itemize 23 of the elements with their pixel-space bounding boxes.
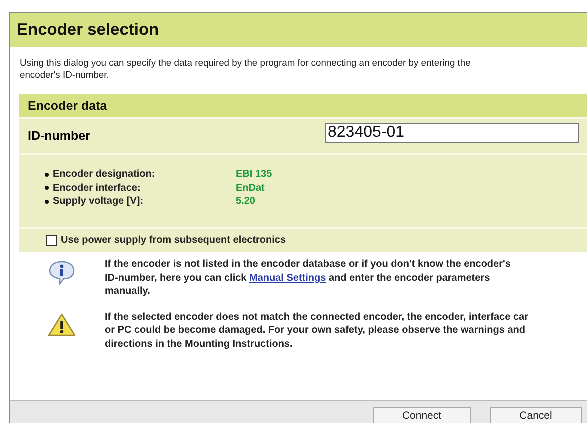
manual-settings-link[interactable]: Manual Settings <box>250 272 326 284</box>
field-label: ID-number <box>27 129 92 143</box>
checkbox-label[interactable]: Use power supply from subsequent electronics <box>61 235 286 246</box>
warning-icon <box>47 312 77 336</box>
dialog-button[interactable]: Cancel <box>490 407 582 423</box>
detail-value: 5.20 <box>236 196 256 208</box>
window-title: Encoder selection <box>17 20 160 40</box>
detail-label: Encoder designation: <box>53 169 156 180</box>
dialog-button[interactable]: Connect <box>373 407 471 423</box>
bullet-icon <box>45 172 49 177</box>
section-title: Encoder data <box>28 98 108 112</box>
bullet-icon <box>45 200 49 204</box>
detail-label: Supply voltage [V]: <box>53 196 145 208</box>
message-text: If the selected encoder does not match the connected encoder, the encoder, interface car or PC could be become damaged. For your own safety, please observe the warnings and directions in the Mounting Instructions. <box>105 310 528 351</box>
intro-text: Using this dialog you can specify the data required by the program for connecting an encoder by entering the encoder's ID-number. <box>20 57 472 81</box>
bullet-icon <box>45 186 49 190</box>
detail-value: EnDat <box>236 182 265 194</box>
detail-label: Encoder interface: <box>53 182 142 194</box>
id-number-field[interactable]: 823405-01 <box>325 123 579 143</box>
message-text: If the encoder is not listed in the encoder database or if you don't know the encoder's ID-number, here you can click Manual Settings and enter the encoder parameters manually. <box>105 258 511 298</box>
checkbox[interactable] <box>46 235 57 246</box>
info-icon <box>47 260 77 286</box>
detail-value: EBI 135 <box>236 169 272 180</box>
